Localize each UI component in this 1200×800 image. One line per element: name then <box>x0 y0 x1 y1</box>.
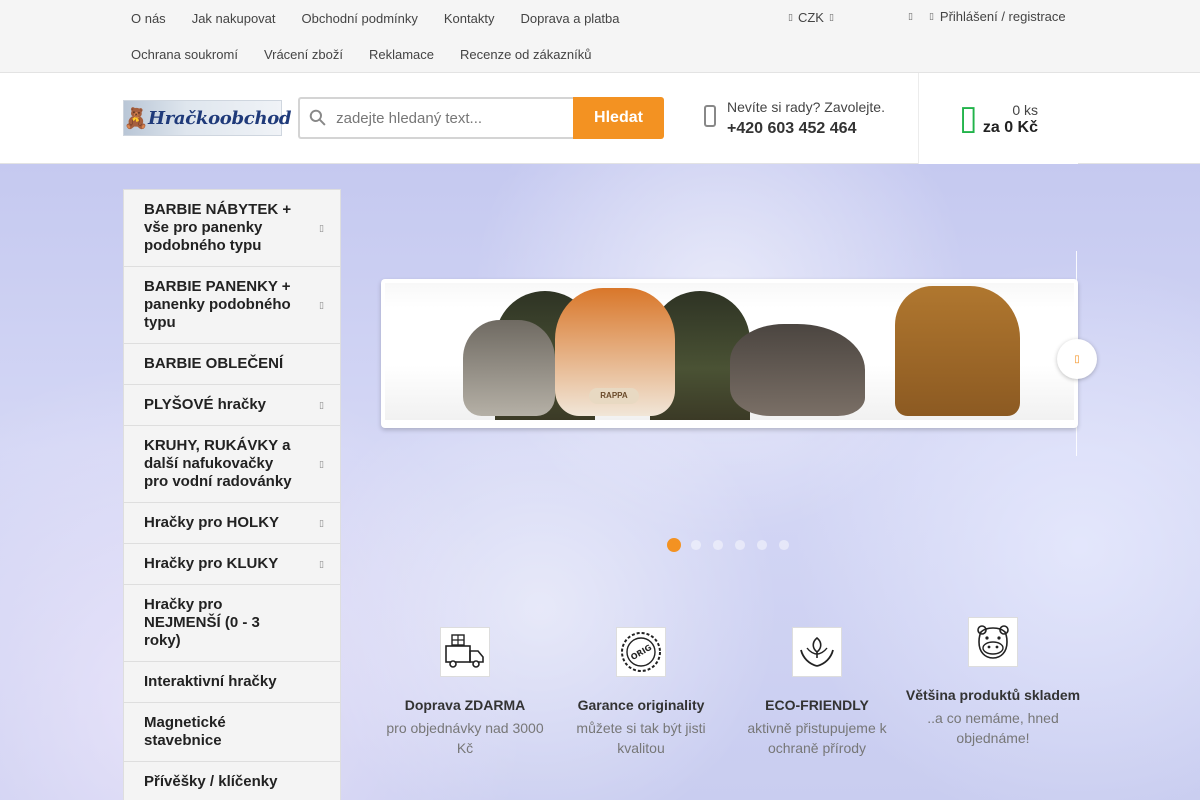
benefit-originality: ORIG Garance originality můžete si tak b… <box>553 627 729 758</box>
benefit-title: Většina produktů skladem <box>905 687 1081 703</box>
eco-hands-icon <box>792 627 842 677</box>
benefit-desc: můžete si tak být jisti kvalitou <box>576 720 706 756</box>
cart-summary[interactable]: ▯ 0 ks za 0 Kč <box>918 73 1078 164</box>
benefit-eco-friendly: ECO-FRIENDLY aktivně přistupujeme k ochr… <box>729 627 905 758</box>
category-item[interactable]: BARBIE NÁBYTEK + vše pro panenky podobné… <box>124 190 340 267</box>
phone-icon <box>704 105 716 127</box>
top-link-vraceni-zbozi[interactable]: Vrácení zboží <box>251 47 356 62</box>
top-link-jak-nakupovat[interactable]: Jak nakupovat <box>179 11 289 26</box>
search-button[interactable]: Hledat <box>573 97 664 139</box>
brand-tag: RAPPA <box>589 388 639 404</box>
category-item[interactable]: Hračky pro KLUKY ▯ <box>124 544 340 585</box>
slider-dot[interactable] <box>756 539 768 551</box>
plush-fox: RAPPA <box>555 288 675 416</box>
logo-text: Hračkoobchod <box>148 107 292 129</box>
plush-fawn <box>895 286 1020 416</box>
search-box: ⚲ <box>298 97 573 139</box>
slider-dots <box>667 538 791 552</box>
slider-dot[interactable] <box>712 539 724 551</box>
currency-icon: ▯ <box>788 12 793 22</box>
category-item[interactable]: Hračky pro HOLKY ▯ <box>124 503 340 544</box>
benefit-free-delivery: Doprava ZDARMA pro objednávky nad 3000 K… <box>377 627 553 758</box>
category-item[interactable]: KRUHY, RUKÁVKY a další nafukovačky pro v… <box>124 426 340 503</box>
top-link-doprava-a-platba[interactable]: Doprava a platba <box>507 11 632 26</box>
header: 🧸 Hračkoobchod ⚲ Hledat Nevíte si rady? … <box>0 73 1200 164</box>
chevron-right-icon: ▯ <box>319 459 324 469</box>
top-links: O nás Jak nakupovat Obchodní podmínky Ko… <box>118 0 778 72</box>
top-link-ochrana-soukromi[interactable]: Ochrana soukromí <box>118 47 251 62</box>
search-input[interactable] <box>336 109 557 127</box>
help-text: Nevíte si rady? Zavolejte. <box>727 99 885 115</box>
slider-dot[interactable] <box>667 538 681 552</box>
category-item[interactable]: PLYŠOVÉ hračky ▯ <box>124 385 340 426</box>
search-form: ⚲ Hledat <box>298 97 664 139</box>
category-label: Hračky pro HOLKY <box>144 514 280 531</box>
category-item[interactable]: BARBIE OBLEČENÍ <box>124 344 340 385</box>
search-icon: ⚲ <box>303 103 333 133</box>
category-label: Hračky pro KLUKY <box>144 555 279 572</box>
top-link-o-nas[interactable]: O nás <box>118 11 179 26</box>
benefits-section: Doprava ZDARMA pro objednávky nad 3000 K… <box>376 612 1082 782</box>
category-label: KRUHY, RUKÁVKY a další nafukovačky pro v… <box>144 437 292 490</box>
chevron-right-icon: ▯ <box>319 300 324 310</box>
delivery-truck-icon <box>440 627 490 677</box>
svg-text:ORIG: ORIG <box>629 643 653 662</box>
login-register-link[interactable]: ▯ ▯ Přihlášení / registrace <box>908 9 1066 24</box>
chevron-right-icon: ▯ <box>319 559 324 569</box>
hippo-icon <box>968 617 1018 667</box>
top-links-row-1: O nás Jak nakupovat Obchodní podmínky Ko… <box>118 0 778 36</box>
hero-banner[interactable]: RAPPA <box>381 279 1078 428</box>
category-item[interactable]: BARBIE PANENKY + panenky podobného typu ▯ <box>124 267 340 344</box>
cart-total: za 0 Kč <box>982 119 1038 136</box>
chevron-right-icon: ▯ <box>319 223 324 233</box>
benefit-in-stock: Většina produktů skladem ..a co nemáme, … <box>905 617 1081 748</box>
login-register-label: Přihlášení / registrace <box>939 9 1066 24</box>
benefit-title: ECO-FRIENDLY <box>765 697 869 713</box>
category-label: Přívěšky / klíčenky <box>144 773 278 790</box>
chevron-right-icon: ▯ <box>319 400 324 410</box>
category-label: Interaktivní hračky <box>144 673 277 690</box>
slider-dot[interactable] <box>734 539 746 551</box>
original-stamp-icon: ORIG <box>616 627 666 677</box>
category-item[interactable]: Magnetické stavebnice <box>124 703 340 762</box>
cart-count: 0 ks <box>1012 102 1038 118</box>
user-icon: ▯ <box>928 11 934 21</box>
slider-dot[interactable] <box>690 539 702 551</box>
top-link-reklamace[interactable]: Reklamace <box>356 47 447 62</box>
banner-image-plush-animals: RAPPA <box>385 283 1074 420</box>
plush-boar <box>730 324 865 416</box>
top-links-row-2: Ochrana soukromí Vrácení zboží Reklamace… <box>118 36 778 72</box>
phone-number[interactable]: +420 603 452 464 <box>727 120 856 138</box>
currency-label: CZK <box>797 10 824 25</box>
cart-small-icon: ▯ <box>908 11 913 21</box>
cart-icon: ▯ <box>959 99 978 137</box>
category-label: Hračky pro NEJMENŠÍ (0 - 3 roky) <box>144 596 260 649</box>
benefit-desc: aktivně přistupujeme k ochraně přírody <box>747 720 887 756</box>
category-label: PLYŠOVÉ hračky <box>144 396 267 413</box>
top-bar: O nás Jak nakupovat Obchodní podmínky Ko… <box>0 0 1200 73</box>
slider-dot[interactable] <box>778 539 790 551</box>
benefit-title: Garance originality <box>577 697 705 713</box>
benefit-desc: pro objednávky nad 3000 Kč <box>386 720 544 756</box>
benefit-title: Doprava ZDARMA <box>404 697 526 713</box>
category-item[interactable]: Hračky pro NEJMENŠÍ (0 - 3 roky) <box>124 585 340 662</box>
benefit-desc: ..a co nemáme, hned objednáme! <box>927 710 1059 746</box>
category-menu: BARBIE NÁBYTEK + vše pro panenky podobné… <box>123 189 341 800</box>
category-label: BARBIE PANENKY + panenky podobného typu <box>144 278 291 331</box>
category-label: BARBIE OBLEČENÍ <box>144 355 284 372</box>
logo-toy-icon: 🧸 <box>123 107 149 130</box>
category-label: Magnetické stavebnice <box>144 714 226 749</box>
category-label: BARBIE NÁBYTEK + vše pro panenky podobné… <box>144 201 292 254</box>
top-link-recenze[interactable]: Recenze od zákazníků <box>447 47 605 62</box>
slider-next-button[interactable]: ▯ <box>1057 339 1097 379</box>
category-item[interactable]: Interaktivní hračky <box>124 662 340 703</box>
top-link-obchodni-podminky[interactable]: Obchodní podmínky <box>289 11 431 26</box>
chevron-down-icon: ▯ <box>828 12 834 22</box>
category-item[interactable]: Přívěšky / klíčenky <box>124 762 340 800</box>
site-logo[interactable]: 🧸 Hračkoobchod <box>123 100 292 136</box>
chevron-right-icon: ▯ <box>319 518 324 528</box>
currency-selector[interactable]: ▯ CZK ▯ <box>788 10 834 25</box>
plush-wolf <box>463 320 555 416</box>
top-link-kontakty[interactable]: Kontakty <box>431 11 508 26</box>
